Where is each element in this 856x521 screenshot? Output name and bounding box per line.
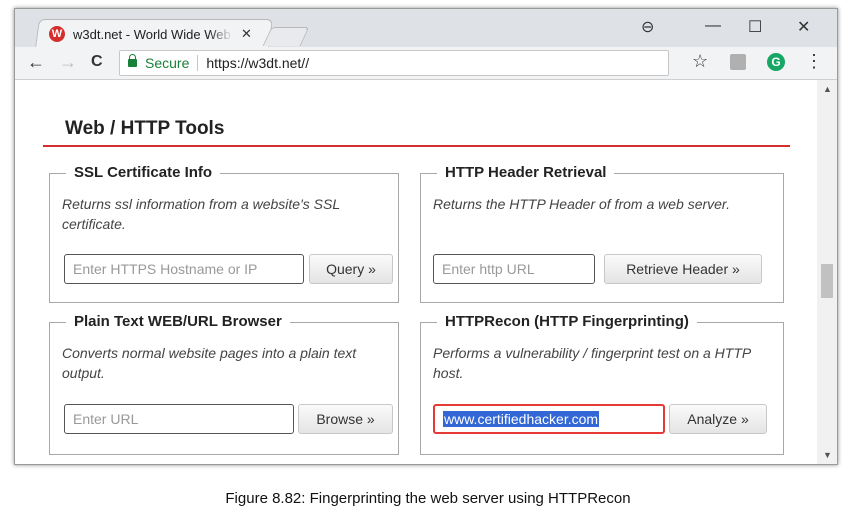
secure-label: Secure	[145, 55, 190, 71]
browser-toolbar: ← → C Secure https://w3dt.net// ☆ G ⋮	[15, 47, 837, 80]
tab-close-icon[interactable]: ✕	[241, 26, 252, 42]
panel-http-header: HTTP Header Retrieval Returns the HTTP H…	[420, 164, 784, 303]
scrollbar-thumb[interactable]	[821, 264, 833, 298]
browse-button[interactable]: Browse »	[298, 404, 393, 434]
grammarly-extension-icon[interactable]: G	[767, 53, 785, 71]
selected-host-text: www.certifiedhacker.com	[443, 411, 600, 427]
query-button[interactable]: Query »	[309, 254, 393, 284]
retrieve-header-button[interactable]: Retrieve Header »	[604, 254, 762, 284]
panel-httprecon: HTTPRecon (HTTP Fingerprinting) Performs…	[420, 313, 784, 455]
title-bar: W w3dt.net - World Wide Web Tools ✕ ⊖ — …	[15, 9, 837, 48]
panel-legend: Plain Text WEB/URL Browser	[66, 313, 290, 330]
pdf-extension-icon[interactable]	[730, 54, 746, 70]
w3dt-favicon-icon: W	[49, 26, 65, 42]
back-arrow-icon[interactable]: ←	[27, 52, 45, 73]
page-content: Web / HTTP Tools SSL Certificate Info Re…	[15, 80, 817, 464]
panel-description: Performs a vulnerability / fingerprint t…	[433, 345, 751, 381]
httprecon-host-input[interactable]: www.certifiedhacker.com	[433, 404, 665, 434]
http-url-input[interactable]: Enter http URL	[433, 254, 595, 284]
bookmark-star-icon[interactable]: ☆	[692, 51, 708, 72]
url-text[interactable]: https://w3dt.net//	[206, 55, 309, 71]
forward-arrow-icon[interactable]: →	[59, 52, 77, 73]
panel-plain-text-browser: Plain Text WEB/URL Browser Converts norm…	[49, 313, 399, 455]
panel-legend: HTTPRecon (HTTP Fingerprinting)	[437, 313, 697, 330]
browser-window: W w3dt.net - World Wide Web Tools ✕ ⊖ — …	[14, 8, 838, 465]
panel-description: Returns the HTTP Header of from a web se…	[433, 196, 730, 212]
ssl-hostname-input[interactable]: Enter HTTPS Hostname or IP	[64, 254, 304, 284]
close-window-button[interactable]: ✕	[797, 17, 810, 37]
minimize-button[interactable]: —	[705, 17, 721, 35]
panel-ssl-certificate: SSL Certificate Info Returns ssl informa…	[49, 164, 399, 303]
maximize-button[interactable]: ☐	[748, 17, 762, 37]
scroll-down-arrow-icon[interactable]: ▼	[823, 450, 832, 460]
url-input[interactable]: Enter URL	[64, 404, 294, 434]
panel-description: Converts normal website pages into a pla…	[62, 345, 357, 381]
account-icon[interactable]: ⊖	[641, 17, 654, 37]
panel-description: Returns ssl information from a website's…	[62, 196, 340, 232]
title-divider	[43, 145, 790, 147]
new-tab-button[interactable]	[262, 27, 310, 46]
address-separator	[197, 55, 199, 71]
figure-caption: Figure 8.82: Fingerprinting the web serv…	[225, 490, 631, 507]
analyze-button[interactable]: Analyze »	[669, 404, 767, 434]
vertical-scrollbar[interactable]: ▲ ▼	[817, 80, 837, 464]
panel-legend: SSL Certificate Info	[66, 164, 221, 181]
reload-icon[interactable]: C	[91, 53, 103, 71]
menu-kebab-icon[interactable]: ⋮	[805, 51, 823, 72]
browser-tab[interactable]: W w3dt.net - World Wide Web Tools ✕	[39, 21, 269, 47]
lock-icon	[128, 54, 137, 67]
page-title: Web / HTTP Tools	[65, 118, 225, 139]
panel-legend: HTTP Header Retrieval	[437, 164, 615, 181]
scroll-up-arrow-icon[interactable]: ▲	[823, 84, 832, 94]
address-bar[interactable]: Secure https://w3dt.net//	[119, 50, 669, 76]
tab-title: w3dt.net - World Wide Web Tools	[73, 26, 233, 42]
